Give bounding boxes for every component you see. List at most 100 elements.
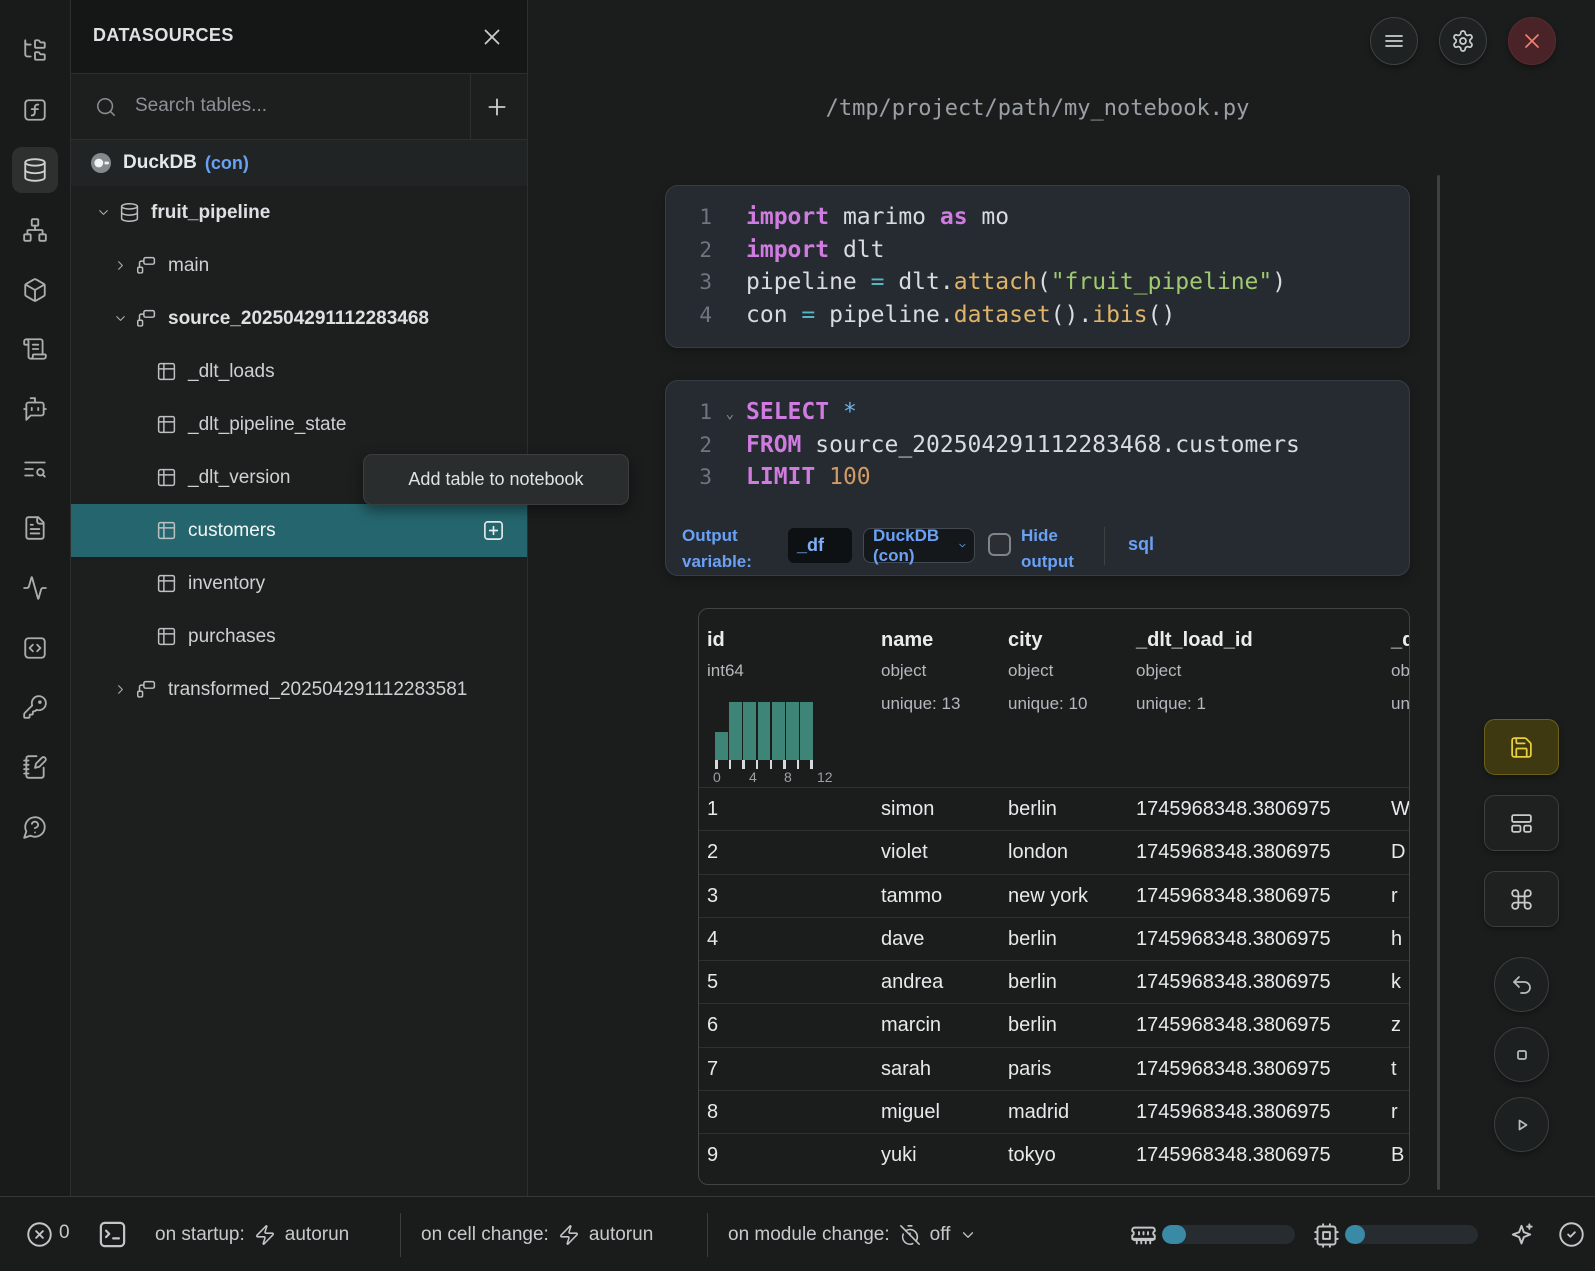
table-cell: 5 bbox=[707, 961, 718, 1004]
on-module-change-value: off bbox=[930, 1224, 951, 1246]
on-startup-setting[interactable]: on startup: autorun bbox=[155, 1197, 349, 1271]
engine-select[interactable]: DuckDB (con) bbox=[863, 528, 975, 563]
output-variable-bar: Output variable: _df DuckDB (con) Hide o… bbox=[666, 519, 1409, 571]
column-type: object bbox=[1391, 661, 1410, 681]
save-icon bbox=[1509, 735, 1534, 760]
chevron-down-icon[interactable] bbox=[96, 205, 111, 220]
output-variable-input[interactable]: _df bbox=[788, 528, 852, 563]
table-row[interactable]: 2violetlondon1745968348.3806975D bbox=[699, 830, 1409, 873]
table-cell: r bbox=[1391, 1091, 1398, 1134]
chevron-down-icon[interactable] bbox=[113, 311, 128, 326]
tree-item-source_202504291112283468[interactable]: source_202504291112283468 bbox=[71, 292, 527, 345]
table-cell: dave bbox=[881, 918, 924, 961]
table-row[interactable]: 3tammonew york1745968348.3806975r bbox=[699, 874, 1409, 917]
ai-sparkles-icon[interactable] bbox=[1508, 1221, 1535, 1248]
rail-item-key[interactable] bbox=[12, 684, 58, 730]
rail-item-dependency-graph[interactable] bbox=[12, 207, 58, 253]
command-palette-button[interactable] bbox=[1484, 871, 1559, 927]
divider bbox=[707, 1213, 708, 1257]
table-row[interactable]: 7sarahparis1745968348.3806975t bbox=[699, 1047, 1409, 1090]
divider bbox=[1104, 527, 1105, 565]
search-row: Search tables... bbox=[71, 74, 527, 140]
table-cell: berlin bbox=[1008, 788, 1057, 831]
table-cell: 2 bbox=[707, 831, 718, 874]
tree-item-fruit_pipeline[interactable]: fruit_pipeline bbox=[71, 186, 527, 239]
save-button[interactable] bbox=[1484, 719, 1559, 775]
shutdown-button[interactable] bbox=[1508, 17, 1556, 65]
undo-icon bbox=[1510, 973, 1534, 997]
database-icon bbox=[119, 202, 140, 223]
rail-item-code-square[interactable] bbox=[12, 625, 58, 671]
code-line: 1⌄SELECT * bbox=[666, 396, 1409, 429]
errors-icon[interactable] bbox=[26, 1221, 53, 1248]
tree-item-transformed_202504291112283581[interactable]: transformed_202504291112283581 bbox=[71, 663, 527, 716]
search-input[interactable]: Search tables... bbox=[135, 95, 267, 117]
column-unique: unique: 13 bbox=[1391, 694, 1410, 714]
tree-item-customers[interactable]: customers bbox=[71, 504, 527, 557]
table-row[interactable]: 4daveberlin1745968348.3806975h bbox=[699, 917, 1409, 960]
database-icon bbox=[22, 157, 48, 183]
add-datasource-button[interactable] bbox=[484, 94, 510, 120]
rail-item-package[interactable] bbox=[12, 267, 58, 313]
connected-check-icon[interactable] bbox=[1558, 1221, 1585, 1248]
column-type: object bbox=[1136, 661, 1181, 681]
scratchpad-icon bbox=[22, 754, 48, 780]
table-cell: 3 bbox=[707, 875, 718, 918]
rail-item-document[interactable] bbox=[12, 505, 58, 551]
settings-button[interactable] bbox=[1439, 17, 1487, 65]
tree-item-_dlt_loads[interactable]: _dlt_loads bbox=[71, 345, 527, 398]
connection-badge: (con) bbox=[205, 153, 249, 174]
on-cell-change-setting[interactable]: on cell change: autorun bbox=[421, 1197, 653, 1271]
fold-chevron-icon[interactable]: ⌄ bbox=[726, 398, 734, 431]
main-scrollbar[interactable] bbox=[1437, 175, 1440, 1190]
terminal-icon[interactable] bbox=[97, 1219, 128, 1250]
cpu-icon bbox=[1313, 1222, 1340, 1249]
tree-item-purchases[interactable]: purchases bbox=[71, 610, 527, 663]
error-count: 0 bbox=[59, 1222, 70, 1244]
sql-cell[interactable]: 1⌄SELECT *2FROM source_20250429111228346… bbox=[665, 380, 1410, 576]
table-icon bbox=[156, 467, 177, 488]
rail-item-help-circle[interactable] bbox=[12, 804, 58, 850]
rail-item-function-square[interactable] bbox=[12, 87, 58, 133]
undo-button[interactable] bbox=[1494, 957, 1549, 1012]
table-row[interactable]: 8miguelmadrid1745968348.3806975r bbox=[699, 1090, 1409, 1133]
line-number: 3 bbox=[666, 266, 718, 299]
code-line: 2import dlt bbox=[666, 234, 1409, 267]
rail-item-scroll[interactable] bbox=[12, 326, 58, 372]
table-icon bbox=[156, 361, 177, 382]
table-row[interactable]: 5andreaberlin1745968348.3806975k bbox=[699, 960, 1409, 1003]
rail-item-chat-bot[interactable] bbox=[12, 386, 58, 432]
table-cell: 7 bbox=[707, 1048, 718, 1091]
table-cell: tokyo bbox=[1008, 1134, 1056, 1177]
rail-item-file-tree[interactable] bbox=[12, 27, 58, 73]
menu-button[interactable] bbox=[1370, 17, 1418, 65]
hide-output-checkbox[interactable] bbox=[988, 533, 1011, 556]
rail-item-scratchpad[interactable] bbox=[12, 744, 58, 790]
on-module-change-setting[interactable]: on module change: off bbox=[728, 1197, 977, 1271]
chevron-right-icon[interactable] bbox=[113, 682, 128, 697]
connection-row[interactable]: DuckDB (con) bbox=[71, 140, 527, 186]
layout-button[interactable] bbox=[1484, 795, 1559, 851]
rail-item-log-search[interactable] bbox=[12, 446, 58, 492]
chevron-right-icon[interactable] bbox=[113, 258, 128, 273]
tree-item-label: fruit_pipeline bbox=[151, 202, 270, 224]
sql-editor[interactable]: 1⌄SELECT *2FROM source_20250429111228346… bbox=[666, 381, 1409, 494]
table-row[interactable]: 1simonberlin1745968348.3806975W bbox=[699, 787, 1409, 830]
rail-item-database[interactable] bbox=[12, 147, 58, 193]
table-row[interactable]: 9yukitokyo1745968348.3806975B bbox=[699, 1133, 1409, 1176]
run-button[interactable] bbox=[1494, 1097, 1549, 1152]
close-panel-icon[interactable] bbox=[479, 24, 505, 50]
tree-item-inventory[interactable]: inventory bbox=[71, 557, 527, 610]
code-editor[interactable]: 1import marimo as mo2import dlt3pipeline… bbox=[666, 186, 1409, 331]
rail-item-activity[interactable] bbox=[12, 565, 58, 611]
code-cell-imports[interactable]: 1import marimo as mo2import dlt3pipeline… bbox=[665, 185, 1410, 348]
column-type: object bbox=[881, 661, 926, 681]
table-cell: B bbox=[1391, 1134, 1404, 1177]
tree-item-label: _dlt_version bbox=[188, 467, 290, 489]
table-row[interactable]: 6marcinberlin1745968348.3806975z bbox=[699, 1003, 1409, 1046]
tree-item-main[interactable]: main bbox=[71, 239, 527, 292]
tree-item-_dlt_pipeline_state[interactable]: _dlt_pipeline_state bbox=[71, 398, 527, 451]
add-table-button[interactable] bbox=[482, 519, 505, 542]
function-square-icon bbox=[22, 97, 48, 123]
stop-button[interactable] bbox=[1494, 1027, 1549, 1082]
